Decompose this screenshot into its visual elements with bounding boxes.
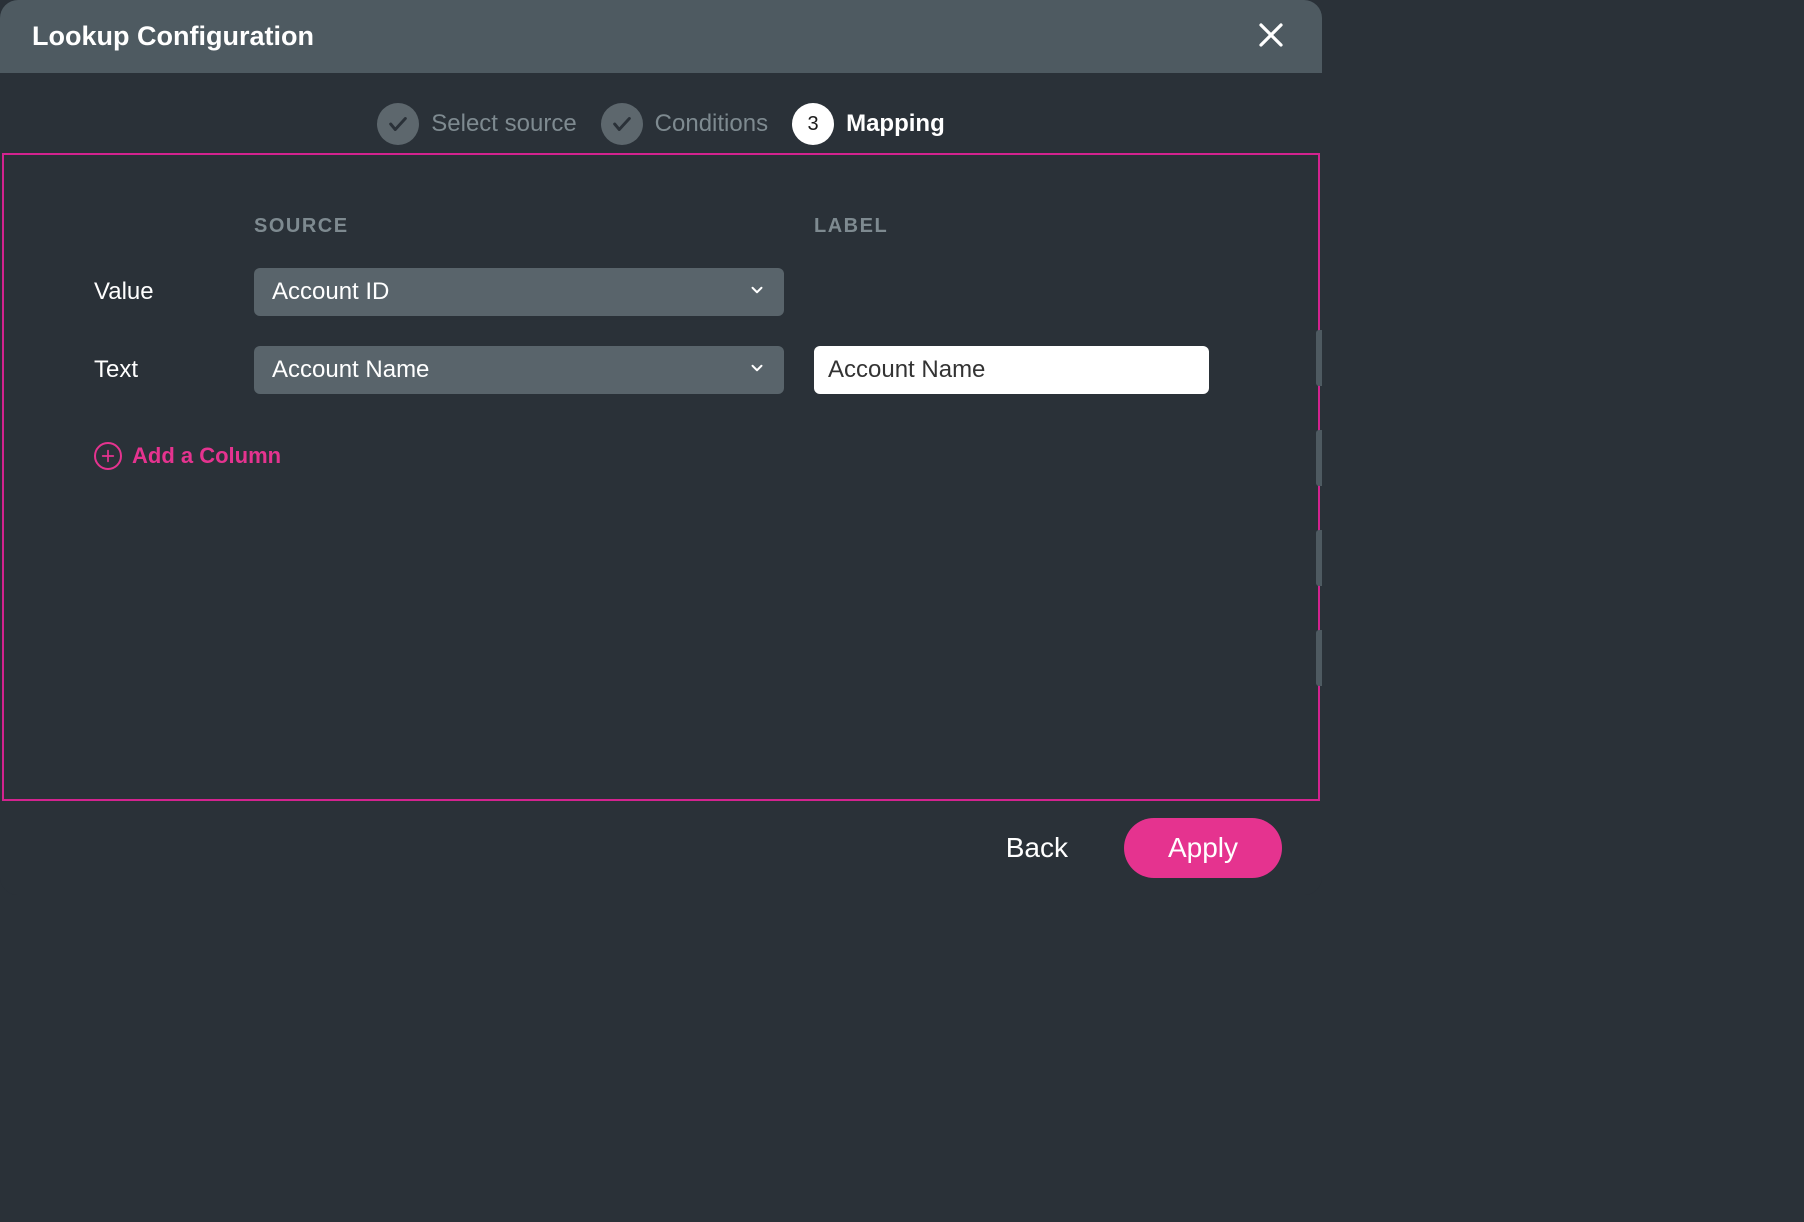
back-button[interactable]: Back [986,822,1088,874]
step-select-source[interactable]: Select source [377,103,576,145]
lookup-configuration-modal: Lookup Configuration Select source [0,0,1322,895]
select-value: Account ID [272,278,389,306]
close-icon [1256,20,1286,53]
apply-button[interactable]: Apply [1124,818,1282,878]
step-conditions[interactable]: Conditions [601,103,768,145]
step-label: Mapping [846,110,945,138]
chevron-down-icon [748,356,766,384]
wizard-stepper: Select source Conditions 3 Mapping [0,73,1322,153]
add-column-label: Add a Column [132,443,281,469]
close-button[interactable] [1252,16,1290,57]
column-header-source: SOURCE [254,215,784,238]
step-label: Select source [431,110,576,138]
step-number: 3 [792,103,834,145]
row-label-text: Text [94,356,254,384]
text-source-select[interactable]: Account Name [254,346,784,394]
mapping-panel: SOURCE LABEL Value Account ID Text Accou… [2,153,1320,801]
row-label-value: Value [94,278,254,306]
modal-footer: Back Apply [0,801,1322,895]
decorative-stripes [1316,330,1322,686]
check-icon [601,103,643,145]
plus-circle-icon [94,442,122,470]
select-value: Account Name [272,356,429,384]
step-label: Conditions [655,110,768,138]
step-mapping[interactable]: 3 Mapping [792,103,945,145]
chevron-down-icon [748,278,766,306]
check-icon [377,103,419,145]
modal-header: Lookup Configuration [0,0,1322,73]
column-header-label: LABEL [814,215,1209,238]
add-column-button[interactable]: Add a Column [94,442,281,470]
text-label-input[interactable] [814,346,1209,394]
modal-title: Lookup Configuration [32,21,314,52]
value-source-select[interactable]: Account ID [254,268,784,316]
